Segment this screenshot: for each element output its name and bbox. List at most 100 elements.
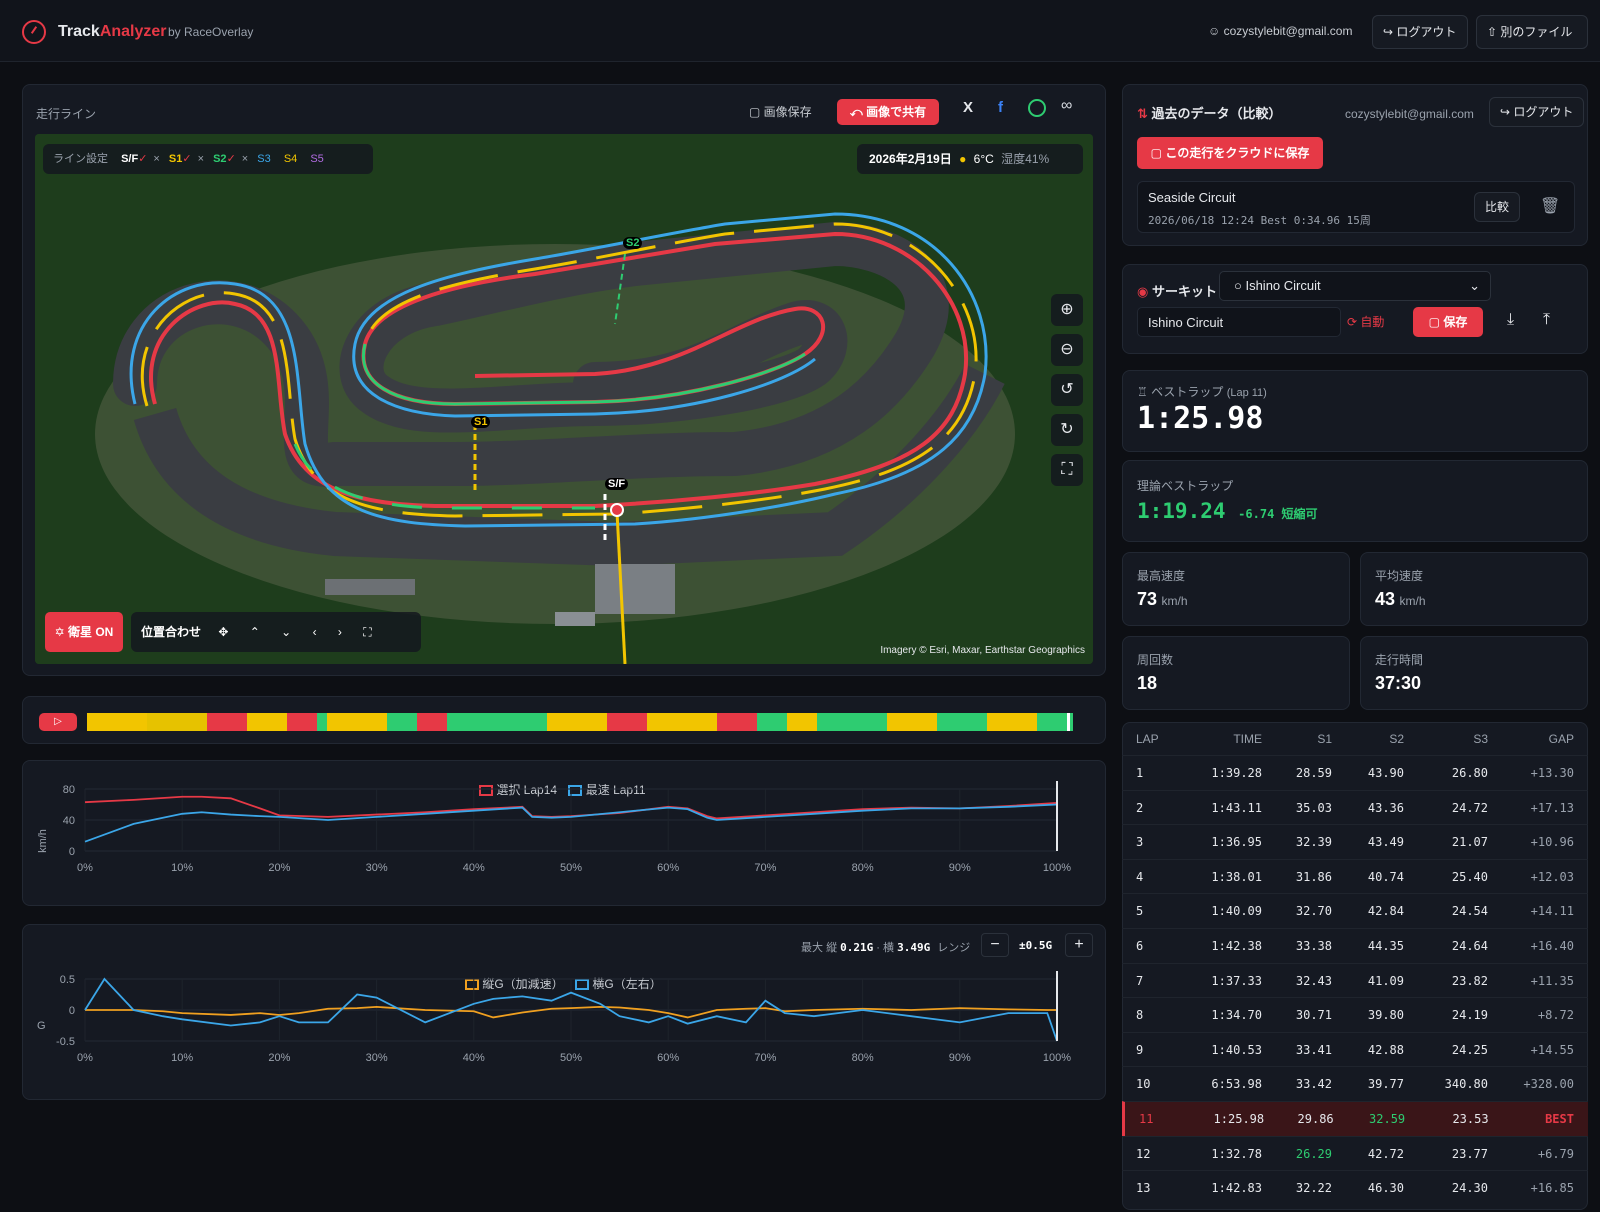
- satellite-map[interactable]: [35, 134, 1093, 664]
- g-chart[interactable]: 0.5 0 -0.50% 10% 20% 30% 40% 50% 60% 70% 80% 90% 100…: [23, 925, 1107, 1101]
- lap-cell: 24.30: [1451, 1181, 1488, 1196]
- top-speed-unit: km/h: [1161, 594, 1188, 608]
- map-view[interactable]: S1 S2 S/F ライン設定 S/F✓ × S1✓ × S2✓ × S3 S4 S5…: [35, 134, 1093, 664]
- speed-chart-panel: 選択 Lap14 最速 Lap11 km/h 80 40 0 0% 10% 20% 30% 4…: [22, 760, 1106, 906]
- lap-cell: +13.30: [1530, 766, 1574, 780]
- line-toggle-s3[interactable]: S3: [257, 153, 270, 165]
- lap-table-body: 1 1:39.28 28.59 43.90 26.80 +13.30 2 1:43.11 35.…: [1122, 755, 1588, 1205]
- share-image-button[interactable]: ⤺ 画像で共有: [837, 99, 939, 125]
- circuit-name-input[interactable]: [1137, 307, 1341, 337]
- x-tick-label: 100%: [1043, 862, 1071, 874]
- past-logout-button[interactable]: ↪ ログアウト: [1489, 97, 1585, 127]
- satellite-toggle-button[interactable]: ✡ 衛星 ON: [45, 612, 123, 652]
- y-tick-label: 0: [69, 1005, 75, 1017]
- circuit-save-button[interactable]: ▢ 保存: [1413, 307, 1483, 337]
- table-row[interactable]: 3 1:36.95 32.39 43.49 21.07 +10.96: [1122, 824, 1588, 859]
- chevron-left-icon[interactable]: ‹: [313, 625, 317, 639]
- save-image-button[interactable]: ▢ 画像保存: [749, 103, 812, 120]
- brand-by: by RaceOverlay: [168, 25, 254, 39]
- x-share-icon[interactable]: X: [963, 99, 973, 116]
- lap-cell: 1:37.33: [1211, 973, 1262, 988]
- lap-table: LAP TIME S1 S2 S3 GAP 1 1:39.28 28.59 43.90…: [1122, 723, 1588, 1205]
- table-row[interactable]: 13 1:42.83 32.22 46.30 24.30 +16.85: [1122, 1170, 1588, 1205]
- avg-speed-card: 平均速度 43 km/h: [1360, 552, 1588, 626]
- chevron-up-icon[interactable]: ⌃: [250, 625, 260, 639]
- lap-cell: 8: [1136, 1008, 1144, 1023]
- map-attribution: Imagery © Esri, Maxar, Earthstar Geograp…: [880, 645, 1085, 656]
- table-row[interactable]: 10 6:53.98 33.42 39.77 340.80 +328.00: [1122, 1066, 1588, 1101]
- zoom-out-icon[interactable]: ⊖: [1051, 334, 1083, 366]
- circuit-label-text: サーキット: [1151, 284, 1217, 299]
- line-toggle-s1[interactable]: S1: [169, 153, 182, 165]
- lap-cell: 1:43.11: [1211, 800, 1262, 815]
- run-time-card: 走行時間 37:30: [1360, 636, 1588, 710]
- laps-count-value: 18: [1137, 673, 1158, 693]
- close-icon[interactable]: ×: [242, 153, 248, 165]
- line-toggle-s5[interactable]: S5: [310, 153, 323, 165]
- facebook-share-icon[interactable]: f: [998, 99, 1003, 116]
- table-row[interactable]: 7 1:37.33 32.43 41.09 23.82 +11.35: [1122, 962, 1588, 998]
- table-row[interactable]: 11 1:25.98 29.86 32.59 23.53 BEST: [1122, 1100, 1588, 1136]
- line-toggle-sf[interactable]: S/F: [121, 153, 138, 165]
- past-data-title: ⇅ 過去のデータ（比較）: [1137, 103, 1282, 122]
- user-icon: ☺: [1208, 24, 1224, 38]
- rotate-left-icon[interactable]: ↺: [1051, 374, 1083, 406]
- line-toggle-s4[interactable]: S4: [284, 153, 297, 165]
- best-lap-sub: (Lap 11): [1226, 387, 1267, 399]
- fullscreen-icon[interactable]: ⛶: [1051, 454, 1083, 486]
- upload-icon[interactable]: ⤒: [1543, 311, 1550, 329]
- y-tick-label: 80: [63, 784, 75, 796]
- align-label: 位置合わせ: [141, 625, 202, 639]
- other-file-button[interactable]: ⇧ 別のファイル: [1476, 15, 1588, 49]
- speed-timeline[interactable]: [87, 713, 1073, 731]
- lap-cell: 3: [1136, 835, 1144, 850]
- table-row[interactable]: 2 1:43.11 35.03 43.36 24.72 +17.13: [1122, 789, 1588, 825]
- theoretical-best-label: 理論ベストラップ: [1137, 479, 1234, 493]
- close-icon[interactable]: ×: [153, 153, 159, 165]
- lap-cell: 33.38: [1295, 938, 1332, 953]
- table-row[interactable]: 8 1:34.70 30.71 39.80 24.19 +8.72: [1122, 997, 1588, 1032]
- past-entry[interactable]: Seaside Circuit 2026/06/18 12:24 Best 0:…: [1137, 181, 1575, 233]
- theoretical-best-value: 1:19.24 -6.74 短縮可: [1137, 499, 1318, 523]
- move-icon[interactable]: ✥: [218, 625, 228, 639]
- download-icon[interactable]: ⤓: [1507, 311, 1514, 329]
- avg-speed-unit: km/h: [1399, 594, 1426, 608]
- g-chart-panel: 最大 縦 0.21G · 横 3.49G レンジ − ±0.5G + 縦G（加減…: [22, 924, 1106, 1100]
- weather-badge: 2026年2月19日 ● 6°C 湿度41%: [857, 144, 1083, 174]
- link-icon[interactable]: ∞: [1061, 97, 1072, 115]
- logout-button[interactable]: ↪ ログアウト: [1372, 15, 1468, 49]
- lap-cell: 1:39.28: [1211, 766, 1262, 780]
- brand-part-b: Analyzer: [99, 23, 167, 40]
- lap-cell: 39.77: [1367, 1077, 1404, 1092]
- close-icon[interactable]: ×: [198, 153, 204, 165]
- table-row[interactable]: 5 1:40.09 32.70 42.84 24.54 +14.11: [1122, 893, 1588, 928]
- lap-cell: 43.49: [1367, 835, 1404, 850]
- line-share-icon[interactable]: [1028, 99, 1046, 117]
- x-tick-label: 90%: [949, 1052, 971, 1064]
- line-toggle-s2[interactable]: S2: [213, 153, 226, 165]
- zoom-in-icon[interactable]: ⊕: [1051, 294, 1083, 326]
- expand-icon[interactable]: ⛶: [363, 625, 371, 639]
- chevron-right-icon[interactable]: ›: [338, 625, 342, 639]
- rotate-right-icon[interactable]: ↻: [1051, 414, 1083, 446]
- auto-button[interactable]: ⟳ 自動: [1347, 313, 1384, 330]
- compare-button[interactable]: 比較: [1474, 192, 1521, 222]
- lap-cell: 7: [1136, 973, 1144, 988]
- chevron-down-icon[interactable]: ⌄: [281, 625, 291, 639]
- save-cloud-button[interactable]: ▢ この走行をクラウドに保存: [1137, 137, 1323, 169]
- table-row[interactable]: 1 1:39.28 28.59 43.90 26.80 +13.30: [1122, 755, 1588, 790]
- line-settings-label: ライン設定: [53, 153, 108, 165]
- lap-cell: +12.03: [1530, 869, 1574, 884]
- x-tick-label: 80%: [852, 862, 874, 874]
- map-panel-title: 走行ライン: [36, 107, 97, 121]
- table-row[interactable]: 9 1:40.53 33.41 42.88 24.25 +14.55: [1122, 1031, 1588, 1067]
- user-email-text: cozystylebit@gmail.com: [1223, 24, 1353, 38]
- table-row[interactable]: 12 1:32.78 26.29 42.72 23.77 +6.79: [1122, 1135, 1588, 1171]
- theoretical-best-delta: -6.74 短縮可: [1238, 507, 1318, 521]
- play-icon[interactable]: ▷: [39, 713, 77, 731]
- trash-icon[interactable]: 🗑: [1540, 196, 1560, 216]
- table-row[interactable]: 6 1:42.38 33.38 44.35 24.64 +16.40: [1122, 927, 1588, 963]
- speed-chart[interactable]: 80 40 00% 10% 20% 30% 40% 50% 60% 70% 80% 90% 100%: [23, 761, 1107, 907]
- table-row[interactable]: 4 1:38.01 31.86 40.74 25.40 +12.03: [1122, 858, 1588, 894]
- circuit-select[interactable]: ○ Ishino Circuit ⌄: [1219, 271, 1491, 301]
